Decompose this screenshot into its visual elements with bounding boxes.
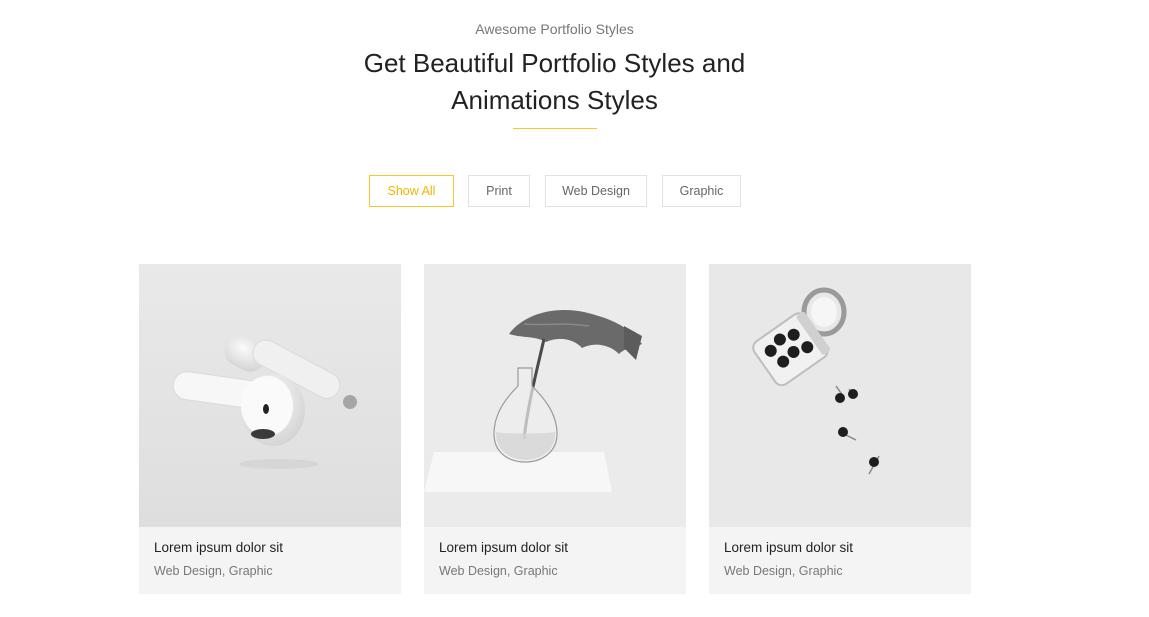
pins-jar-image bbox=[709, 264, 971, 527]
section-title: Get Beautiful Portfolio Styles and Anima… bbox=[0, 45, 1109, 119]
section-subtitle: Awesome Portfolio Styles bbox=[475, 21, 634, 37]
filter-web-design[interactable]: Web Design bbox=[545, 175, 647, 207]
plant-vase-photo[interactable] bbox=[424, 264, 686, 527]
earbuds-photo[interactable] bbox=[139, 264, 401, 527]
section-title-line-2: Animations Styles bbox=[451, 85, 658, 115]
portfolio-filters: Show All Print Web Design Graphic bbox=[0, 175, 1149, 207]
earbuds-image bbox=[139, 264, 401, 527]
portfolio-card[interactable]: Lorem ipsum dolor sit Web Design, Graphi… bbox=[709, 264, 971, 594]
portfolio-card[interactable]: Lorem ipsum dolor sit Web Design, Graphi… bbox=[424, 264, 686, 594]
card-categories: Web Design, Graphic bbox=[154, 564, 273, 578]
portfolio-card[interactable]: Lorem ipsum dolor sit Web Design, Graphi… bbox=[139, 264, 401, 594]
card-categories: Web Design, Graphic bbox=[439, 564, 558, 578]
filter-show-all[interactable]: Show All bbox=[369, 175, 454, 207]
section-title-line-1: Get Beautiful Portfolio Styles and bbox=[363, 48, 746, 78]
pins-jar-photo[interactable] bbox=[709, 264, 971, 527]
card-title[interactable]: Lorem ipsum dolor sit bbox=[439, 540, 568, 555]
filter-graphic[interactable]: Graphic bbox=[662, 175, 741, 207]
plant-vase-image bbox=[424, 264, 686, 527]
card-categories: Web Design, Graphic bbox=[724, 564, 843, 578]
title-divider bbox=[513, 128, 597, 129]
card-title[interactable]: Lorem ipsum dolor sit bbox=[154, 540, 283, 555]
portfolio-section: Awesome Portfolio Styles Get Beautiful P… bbox=[0, 0, 1149, 617]
card-title[interactable]: Lorem ipsum dolor sit bbox=[724, 540, 853, 555]
filter-print[interactable]: Print bbox=[468, 175, 530, 207]
